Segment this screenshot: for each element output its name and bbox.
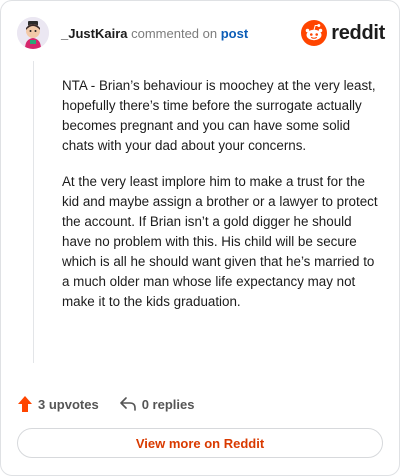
comment-author[interactable]: _JustKaira: [61, 26, 127, 41]
upvote-arrow-icon: [18, 396, 32, 412]
comment-paragraph-1: NTA - Brian’s behaviour is moochey at th…: [62, 78, 376, 153]
comment-paragraph-2: At the very least implore him to make a …: [62, 174, 378, 309]
commented-on-text: commented on: [131, 26, 218, 41]
post-link[interactable]: post: [221, 26, 248, 41]
thread-line: [33, 61, 34, 363]
comment-body: NTA - Brian’s behaviour is moochey at th…: [62, 76, 380, 328]
comment-actions: 3 upvotes 0 replies: [17, 393, 194, 415]
reddit-snoo-icon: [301, 20, 328, 46]
comment-embed-card: _JustKaira commented on post reddit NTA …: [0, 0, 400, 476]
reply-count: 0 replies: [141, 396, 195, 412]
reddit-wordmark: reddit: [331, 21, 385, 44]
reddit-logo[interactable]: reddit: [301, 19, 385, 47]
view-more-button[interactable]: View more on Reddit: [17, 428, 383, 458]
comment-header: _JustKaira commented on post reddit: [17, 17, 385, 53]
user-avatar[interactable]: [17, 17, 49, 49]
reply-button[interactable]: 0 replies: [119, 396, 195, 412]
reply-arrow-icon: [119, 397, 136, 411]
comment-meta: _JustKaira commented on post: [61, 26, 248, 41]
upvote-button[interactable]: 3 upvotes: [17, 395, 99, 413]
upvote-count: 3 upvotes: [38, 396, 99, 412]
